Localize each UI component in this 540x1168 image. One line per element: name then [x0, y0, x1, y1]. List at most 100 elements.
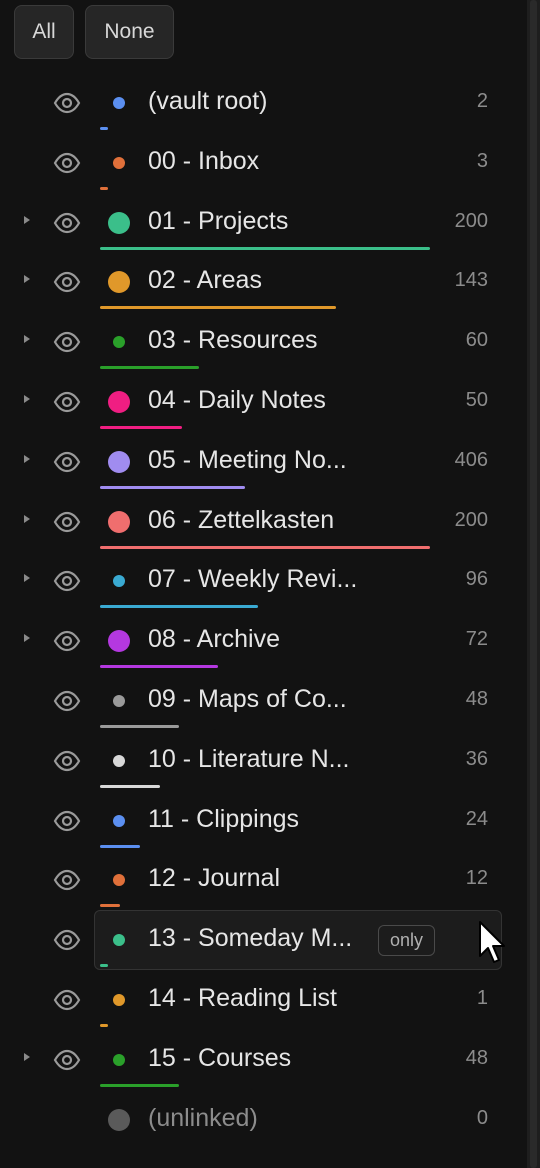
folder-size-bar — [100, 486, 245, 489]
folder-count: 406 — [454, 449, 488, 471]
folder-label: 15 - Courses — [148, 1044, 292, 1072]
folder-filter-panel: All None (vault root) 2 00 - Inbox 3 01 - Pr… — [0, 0, 527, 1168]
eye-icon[interactable] — [53, 569, 81, 593]
expand-arrow-icon[interactable] — [24, 634, 30, 642]
folder-size-bar — [100, 665, 218, 668]
folder-row[interactable]: (unlinked) 0 — [0, 1092, 527, 1148]
select-all-button[interactable]: All — [14, 5, 74, 59]
folder-size-bar — [100, 1084, 179, 1087]
folder-color-dot — [113, 815, 125, 827]
expand-arrow-icon[interactable] — [24, 216, 30, 224]
folder-size-bar — [100, 426, 182, 429]
folder-size-bar — [100, 127, 108, 130]
eye-icon[interactable] — [53, 91, 81, 115]
folder-label: 05 - Meeting No... — [148, 446, 347, 474]
folder-count: 200 — [454, 509, 488, 531]
folder-size-bar — [100, 904, 120, 907]
folder-count: 36 — [465, 748, 488, 770]
folder-row[interactable]: 04 - Daily Notes 50 — [0, 374, 527, 430]
scrollbar-thumb[interactable] — [530, 0, 537, 1168]
folder-count: 1 — [476, 987, 488, 1009]
folder-count: 48 — [465, 1047, 488, 1069]
folder-size-bar — [100, 964, 108, 967]
expand-arrow-icon[interactable] — [24, 455, 30, 463]
folder-label: 11 - Clippings — [148, 805, 300, 833]
folder-color-dot — [113, 755, 125, 767]
expand-arrow-icon[interactable] — [24, 515, 30, 523]
eye-icon[interactable] — [53, 868, 81, 892]
expand-arrow-icon[interactable] — [24, 335, 30, 343]
folder-row[interactable]: 13 - Someday M... only — [0, 910, 527, 970]
folder-size-bar — [100, 306, 336, 309]
folder-label: 10 - Literature N... — [148, 745, 350, 773]
folder-size-bar — [100, 725, 179, 728]
eye-icon[interactable] — [53, 450, 81, 474]
eye-icon[interactable] — [53, 809, 81, 833]
folder-row[interactable]: 08 - Archive 72 — [0, 613, 527, 669]
select-none-button[interactable]: None — [85, 5, 174, 59]
expand-arrow-icon[interactable] — [24, 275, 30, 283]
folder-count: 12 — [465, 867, 488, 889]
folder-row[interactable]: 14 - Reading List 1 — [0, 972, 527, 1028]
folder-count: 48 — [465, 688, 488, 710]
folder-count: 143 — [454, 269, 488, 291]
folder-row[interactable]: 02 - Areas 143 — [0, 254, 527, 310]
folder-row[interactable]: 06 - Zettelkasten 200 — [0, 494, 527, 550]
folder-row[interactable]: 07 - Weekly Revi... 96 — [0, 553, 527, 609]
eye-icon[interactable] — [53, 928, 81, 952]
eye-icon[interactable] — [53, 988, 81, 1012]
eye-icon[interactable] — [53, 211, 81, 235]
folder-row[interactable]: 05 - Meeting No... 406 — [0, 434, 527, 490]
eye-icon[interactable] — [53, 749, 81, 773]
mouse-cursor-icon — [479, 921, 505, 963]
eye-icon[interactable] — [53, 510, 81, 534]
folder-count: 0 — [476, 1107, 488, 1129]
folder-label: 07 - Weekly Revi... — [148, 565, 358, 593]
only-button[interactable]: only — [378, 925, 435, 956]
eye-icon[interactable] — [53, 270, 81, 294]
folder-label: 04 - Daily Notes — [148, 386, 326, 414]
folder-size-bar — [100, 785, 160, 788]
expand-arrow-icon[interactable] — [24, 395, 30, 403]
folder-row[interactable]: 01 - Projects 200 — [0, 195, 527, 251]
eye-icon[interactable] — [53, 390, 81, 414]
expand-arrow-icon[interactable] — [24, 1053, 30, 1061]
folder-count: 24 — [465, 808, 488, 830]
folder-row[interactable]: 03 - Resources 60 — [0, 314, 527, 370]
eye-icon[interactable] — [53, 629, 81, 653]
folder-row[interactable]: 15 - Courses 48 — [0, 1032, 527, 1088]
folder-color-dot — [113, 336, 125, 348]
folder-label: (vault root) — [148, 87, 268, 115]
eye-icon[interactable] — [53, 151, 81, 175]
folder-label: 02 - Areas — [148, 266, 262, 294]
folder-count: 3 — [476, 150, 488, 172]
eye-icon[interactable] — [53, 1048, 81, 1072]
folder-row[interactable]: 12 - Journal 12 — [0, 852, 527, 908]
folder-color-dot — [108, 212, 130, 234]
folder-row[interactable]: (vault root) 2 — [0, 75, 527, 131]
eye-icon[interactable] — [53, 689, 81, 713]
folder-label: 09 - Maps of Co... — [148, 685, 347, 713]
folder-color-dot — [108, 1109, 130, 1131]
eye-icon[interactable] — [53, 330, 81, 354]
folder-color-dot — [113, 695, 125, 707]
folder-size-bar — [100, 247, 430, 250]
folder-color-dot — [108, 391, 130, 413]
folder-size-bar — [100, 187, 108, 190]
folder-row[interactable]: 00 - Inbox 3 — [0, 135, 527, 191]
folder-label: 14 - Reading List — [148, 984, 338, 1012]
folder-color-dot — [108, 630, 130, 652]
folder-size-bar — [100, 366, 199, 369]
folder-size-bar — [100, 605, 258, 608]
folder-count: 200 — [454, 210, 488, 232]
folder-row[interactable]: 10 - Literature N... 36 — [0, 733, 527, 789]
folder-size-bar — [100, 546, 430, 549]
folder-row[interactable]: 09 - Maps of Co... 48 — [0, 673, 527, 729]
folder-row[interactable]: 11 - Clippings 24 — [0, 793, 527, 849]
folder-color-dot — [113, 575, 125, 587]
expand-arrow-icon[interactable] — [24, 574, 30, 582]
folder-color-dot — [108, 271, 130, 293]
folder-count: 50 — [465, 389, 488, 411]
folder-color-dot — [113, 157, 125, 169]
folder-label: 08 - Archive — [148, 625, 281, 653]
